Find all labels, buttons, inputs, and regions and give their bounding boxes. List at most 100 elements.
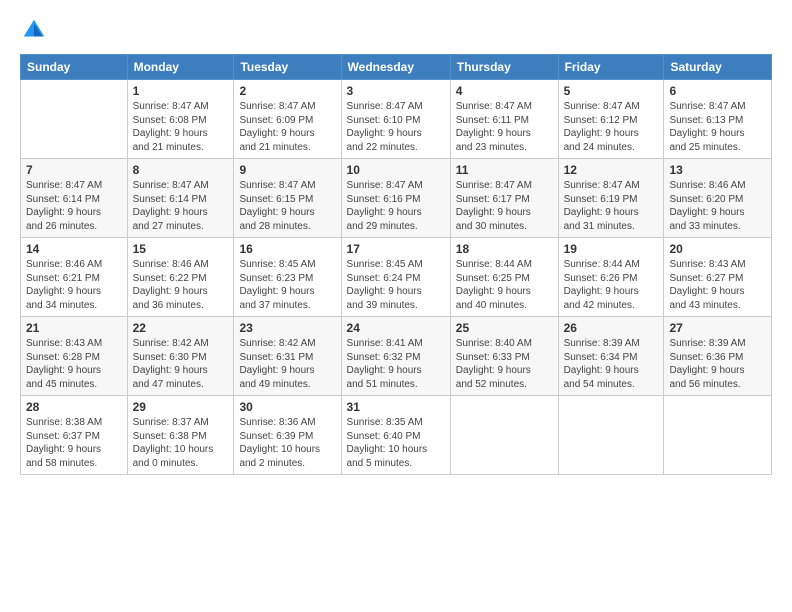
week-row-1: 1 Sunrise: 8:47 AMSunset: 6:08 PMDaylight… [21,80,772,159]
day-number: 2 [239,84,335,98]
calendar-cell: 20 Sunrise: 8:43 AMSunset: 6:27 PMDayligh… [664,238,772,317]
day-info: Sunrise: 8:38 AMSunset: 6:37 PMDaylight:… [26,416,122,470]
calendar-cell: 31 Sunrise: 8:35 AMSunset: 6:40 PMDayligh… [341,396,450,475]
calendar-cell: 26Sunrise: 8:39 AMSunset: 6:34 PMDayligh… [558,317,664,396]
calendar-cell: 19 Sunrise: 8:44 AMSunset: 6:26 PMDayligh… [558,238,664,317]
day-number: 19 [564,242,659,256]
calendar-body: 1 Sunrise: 8:47 AMSunset: 6:08 PMDaylight… [21,80,772,475]
day-info: Sunrise: 8:47 AMSunset: 6:16 PMDaylight:… [347,179,445,233]
day-info: Sunrise: 8:42 AMSunset: 6:31 PMDaylight:… [239,337,335,391]
day-info: Sunrise: 8:45 AMSunset: 6:24 PMDaylight:… [347,258,445,312]
day-number: 15 [133,242,229,256]
calendar-cell: 18Sunrise: 8:44 AMSunset: 6:25 PMDayligh… [450,238,558,317]
header-day-wednesday: Wednesday [341,55,450,80]
day-info: Sunrise: 8:47 AMSunset: 6:17 PMDaylight:… [456,179,553,233]
day-info: Sunrise: 8:44 AMSunset: 6:26 PMDaylight:… [564,258,659,312]
calendar-cell: 17 Sunrise: 8:45 AMSunset: 6:24 PMDayligh… [341,238,450,317]
calendar-cell: 14 Sunrise: 8:46 AMSunset: 6:21 PMDayligh… [21,238,128,317]
day-info: Sunrise: 8:47 AMSunset: 6:15 PMDaylight:… [239,179,335,233]
header-day-friday: Friday [558,55,664,80]
calendar-cell: 8 Sunrise: 8:47 AMSunset: 6:14 PMDaylight… [127,159,234,238]
calendar-cell: 7 Sunrise: 8:47 AMSunset: 6:14 PMDaylight… [21,159,128,238]
calendar-cell [21,80,128,159]
week-row-2: 7 Sunrise: 8:47 AMSunset: 6:14 PMDaylight… [21,159,772,238]
calendar-cell: 22Sunrise: 8:42 AMSunset: 6:30 PMDayligh… [127,317,234,396]
day-number: 10 [347,163,445,177]
calendar-cell: 12 Sunrise: 8:47 AMSunset: 6:19 PMDayligh… [558,159,664,238]
day-info: Sunrise: 8:47 AMSunset: 6:13 PMDaylight:… [669,100,766,154]
calendar-cell: 23 Sunrise: 8:42 AMSunset: 6:31 PMDayligh… [234,317,341,396]
day-number: 4 [456,84,553,98]
week-row-4: 21 Sunrise: 8:43 AMSunset: 6:28 PMDayligh… [21,317,772,396]
day-info: Sunrise: 8:43 AMSunset: 6:27 PMDaylight:… [669,258,766,312]
day-info: Sunrise: 8:47 AMSunset: 6:12 PMDaylight:… [564,100,659,154]
day-number: 6 [669,84,766,98]
calendar-cell: 24 Sunrise: 8:41 AMSunset: 6:32 PMDayligh… [341,317,450,396]
day-info: Sunrise: 8:47 AMSunset: 6:10 PMDaylight:… [347,100,445,154]
day-info: Sunrise: 8:39 AMSunset: 6:34 PMDaylight:… [564,337,659,391]
day-number: 17 [347,242,445,256]
header-row: SundayMondayTuesdayWednesdayThursdayFrid… [21,55,772,80]
day-number: 25 [456,321,553,335]
header-day-monday: Monday [127,55,234,80]
calendar-cell [664,396,772,475]
week-row-5: 28 Sunrise: 8:38 AMSunset: 6:37 PMDayligh… [21,396,772,475]
day-number: 23 [239,321,335,335]
day-number: 20 [669,242,766,256]
calendar-cell: 9 Sunrise: 8:47 AMSunset: 6:15 PMDaylight… [234,159,341,238]
day-info: Sunrise: 8:39 AMSunset: 6:36 PMDaylight:… [669,337,766,391]
day-number: 1 [133,84,229,98]
calendar-cell: 25 Sunrise: 8:40 AMSunset: 6:33 PMDayligh… [450,317,558,396]
day-info: Sunrise: 8:37 AMSunset: 6:38 PMDaylight:… [133,416,229,470]
day-number: 24 [347,321,445,335]
day-info: Sunrise: 8:46 AMSunset: 6:21 PMDaylight:… [26,258,122,312]
day-info: Sunrise: 8:47 AMSunset: 6:14 PMDaylight:… [26,179,122,233]
day-info: Sunrise: 8:40 AMSunset: 6:33 PMDaylight:… [456,337,553,391]
day-info: Sunrise: 8:35 AMSunset: 6:40 PMDaylight:… [347,416,445,470]
day-info: Sunrise: 8:47 AMSunset: 6:19 PMDaylight:… [564,179,659,233]
day-info: Sunrise: 8:46 AMSunset: 6:20 PMDaylight:… [669,179,766,233]
calendar-cell [558,396,664,475]
day-info: Sunrise: 8:46 AMSunset: 6:22 PMDaylight:… [133,258,229,312]
day-number: 31 [347,400,445,414]
calendar-cell: 6 Sunrise: 8:47 AMSunset: 6:13 PMDaylight… [664,80,772,159]
day-number: 28 [26,400,122,414]
day-info: Sunrise: 8:43 AMSunset: 6:28 PMDaylight:… [26,337,122,391]
calendar-cell: 10 Sunrise: 8:47 AMSunset: 6:16 PMDayligh… [341,159,450,238]
day-number: 21 [26,321,122,335]
day-info: Sunrise: 8:47 AMSunset: 6:09 PMDaylight:… [239,100,335,154]
calendar-header: SundayMondayTuesdayWednesdayThursdayFrid… [21,55,772,80]
day-number: 3 [347,84,445,98]
day-number: 9 [239,163,335,177]
calendar-cell: 2 Sunrise: 8:47 AMSunset: 6:09 PMDaylight… [234,80,341,159]
calendar-cell: 5Sunrise: 8:47 AMSunset: 6:12 PMDaylight… [558,80,664,159]
day-info: Sunrise: 8:41 AMSunset: 6:32 PMDaylight:… [347,337,445,391]
day-number: 16 [239,242,335,256]
day-info: Sunrise: 8:47 AMSunset: 6:11 PMDaylight:… [456,100,553,154]
day-number: 14 [26,242,122,256]
header-day-saturday: Saturday [664,55,772,80]
day-number: 8 [133,163,229,177]
header-day-thursday: Thursday [450,55,558,80]
header-day-sunday: Sunday [21,55,128,80]
day-info: Sunrise: 8:47 AMSunset: 6:14 PMDaylight:… [133,179,229,233]
calendar-cell: 11Sunrise: 8:47 AMSunset: 6:17 PMDayligh… [450,159,558,238]
day-number: 12 [564,163,659,177]
calendar-cell: 13 Sunrise: 8:46 AMSunset: 6:20 PMDayligh… [664,159,772,238]
calendar-cell: 15 Sunrise: 8:46 AMSunset: 6:22 PMDayligh… [127,238,234,317]
day-number: 29 [133,400,229,414]
calendar-cell [450,396,558,475]
day-number: 7 [26,163,122,177]
calendar-cell: 29 Sunrise: 8:37 AMSunset: 6:38 PMDayligh… [127,396,234,475]
day-info: Sunrise: 8:47 AMSunset: 6:08 PMDaylight:… [133,100,229,154]
day-number: 13 [669,163,766,177]
day-info: Sunrise: 8:36 AMSunset: 6:39 PMDaylight:… [239,416,335,470]
calendar-cell: 16 Sunrise: 8:45 AMSunset: 6:23 PMDayligh… [234,238,341,317]
logo-icon [20,16,48,44]
week-row-3: 14 Sunrise: 8:46 AMSunset: 6:21 PMDayligh… [21,238,772,317]
logo [20,16,52,44]
day-number: 22 [133,321,229,335]
calendar-cell: 28 Sunrise: 8:38 AMSunset: 6:37 PMDayligh… [21,396,128,475]
header-day-tuesday: Tuesday [234,55,341,80]
day-info: Sunrise: 8:45 AMSunset: 6:23 PMDaylight:… [239,258,335,312]
